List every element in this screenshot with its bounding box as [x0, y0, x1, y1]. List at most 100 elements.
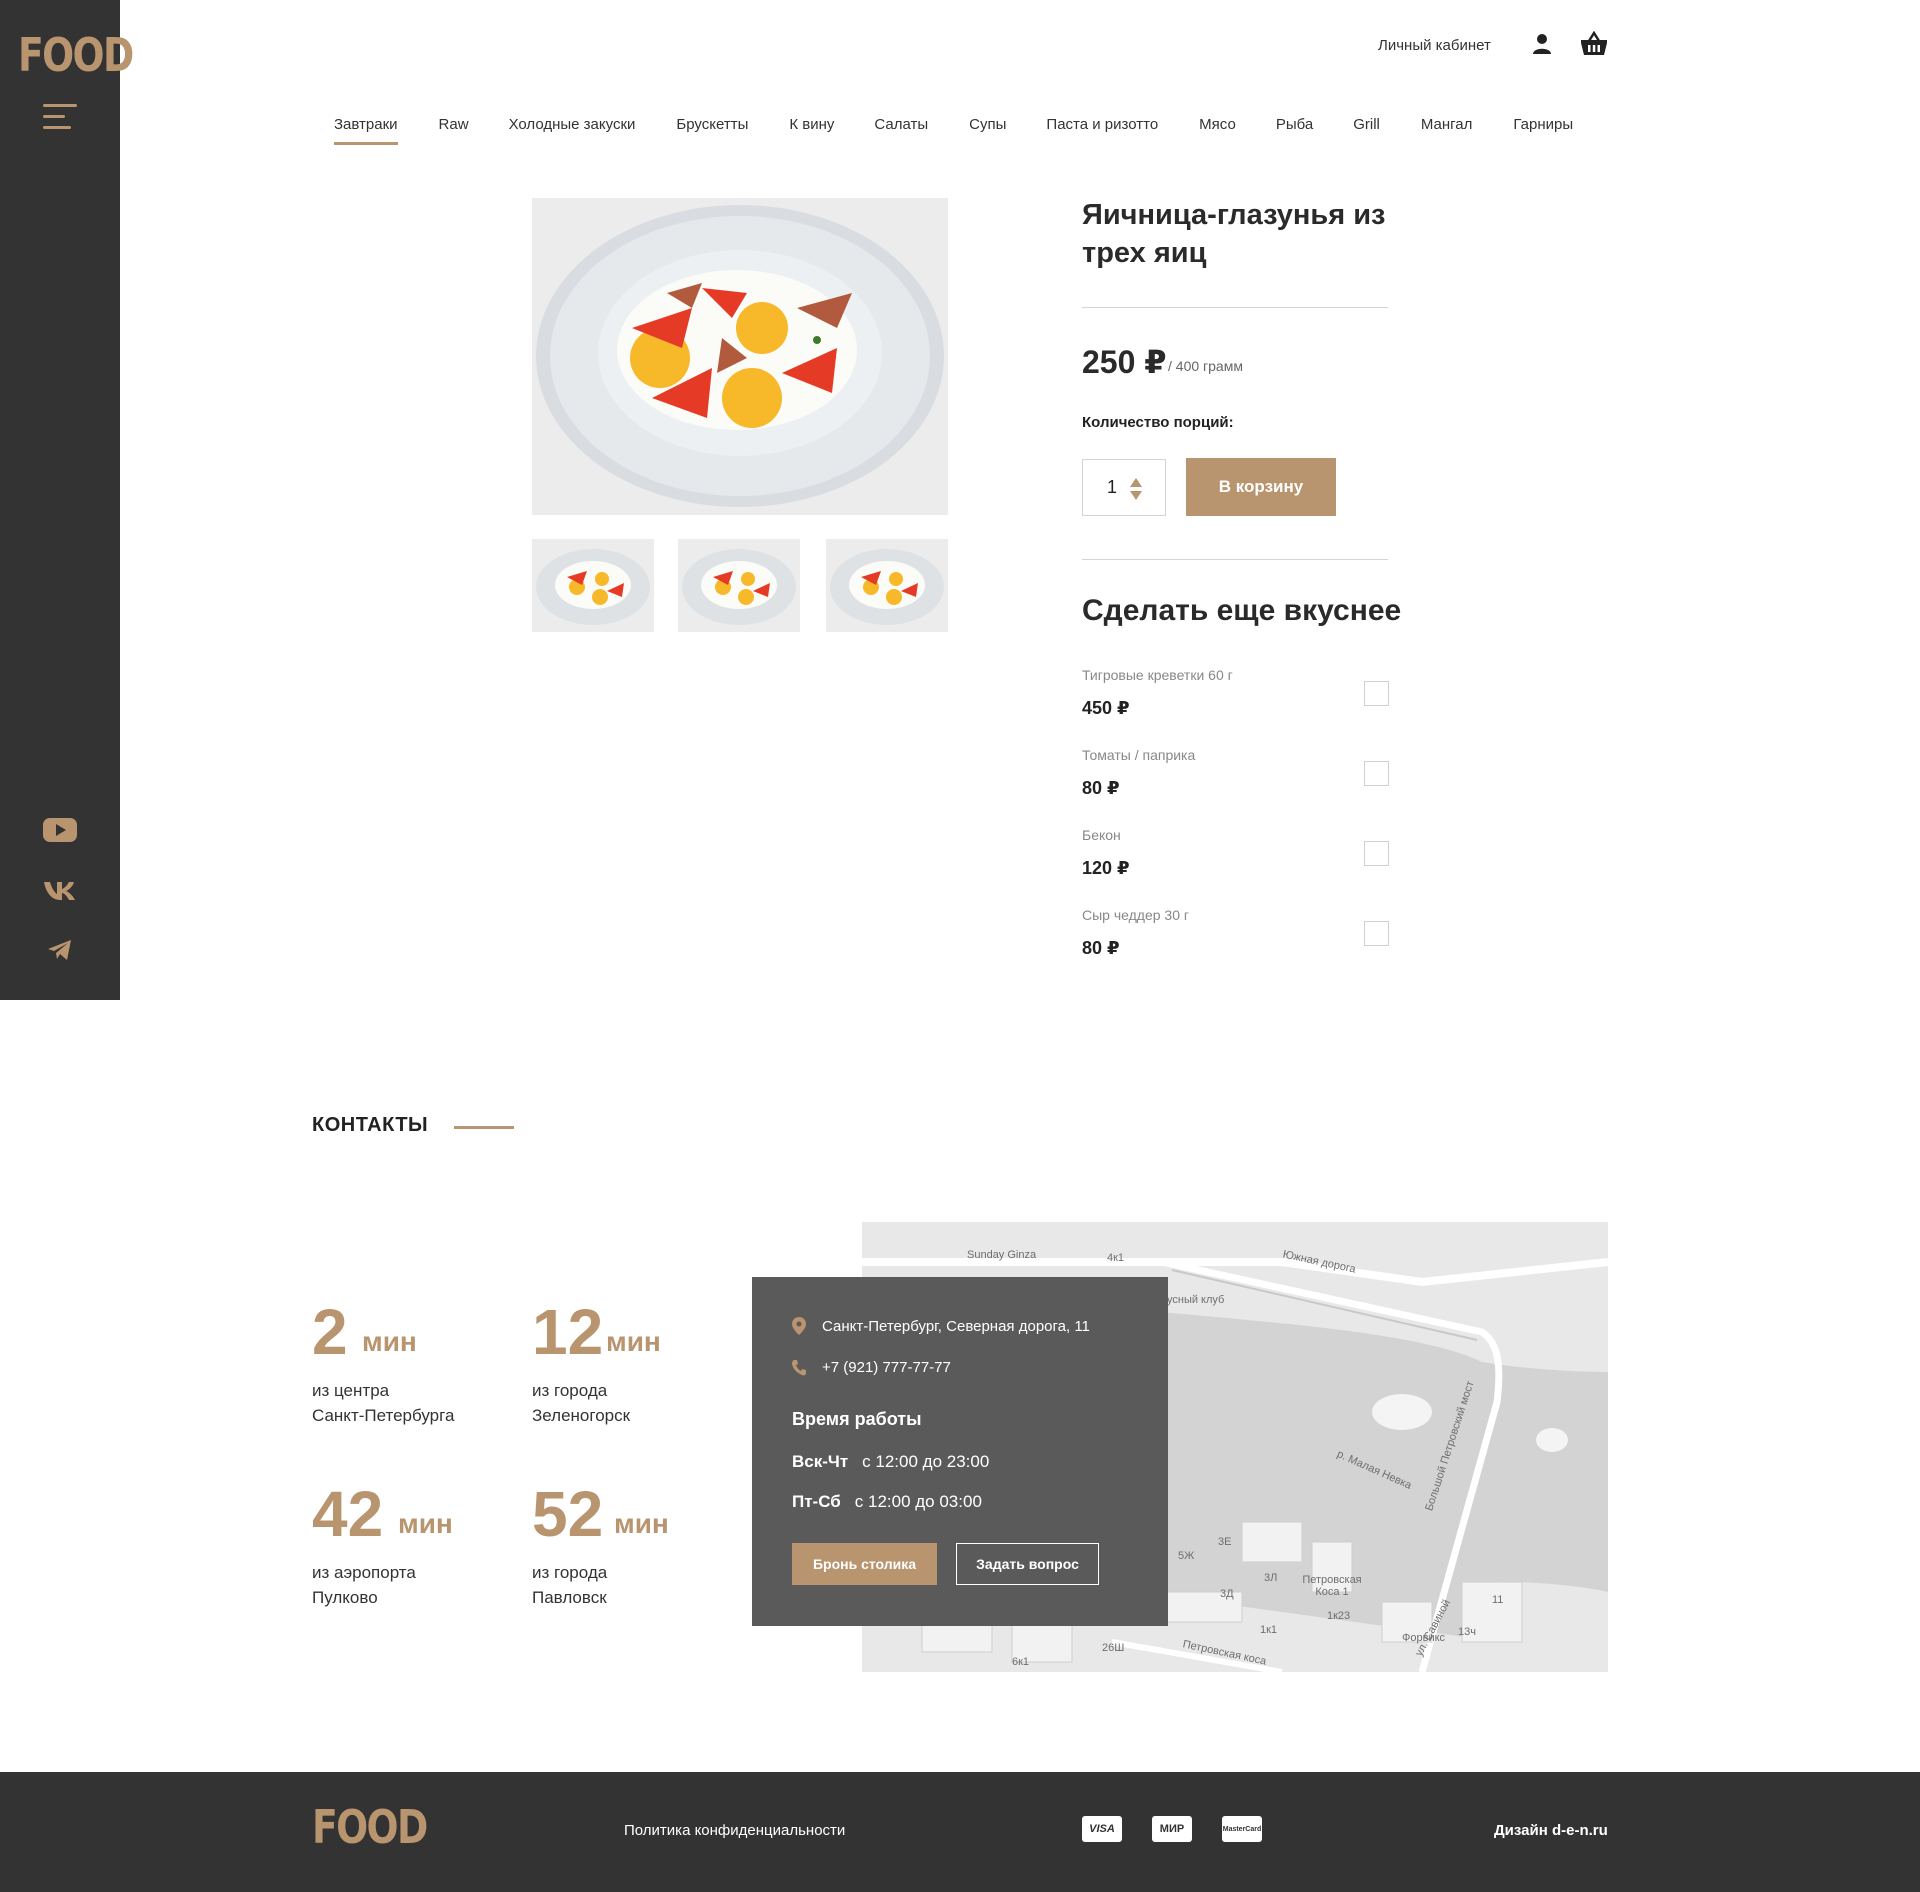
stat-line2: Санкт-Петербурга [312, 1406, 455, 1425]
title-accent-line [454, 1126, 514, 1129]
add-to-cart-button[interactable]: В корзину [1186, 458, 1336, 516]
extra-price: 450 ₽ [1082, 698, 1130, 718]
stat-line1: из города [532, 1381, 608, 1400]
extra-checkbox[interactable] [1364, 921, 1389, 946]
nav-item-soups[interactable]: Супы [969, 116, 1006, 145]
map-label: Форвикс [1402, 1632, 1446, 1644]
hours-time: с 12:00 до 23:00 [862, 1452, 990, 1471]
user-icon[interactable] [1530, 32, 1554, 56]
basket-icon[interactable] [1580, 30, 1608, 57]
extra-checkbox[interactable] [1364, 761, 1389, 786]
visa-icon: VISA [1082, 1816, 1122, 1842]
product-photo [532, 198, 948, 515]
nav-item-salads[interactable]: Салаты [874, 116, 928, 145]
book-table-button[interactable]: Бронь столика [792, 1543, 937, 1585]
ask-question-button[interactable]: Задать вопрос [956, 1543, 1099, 1585]
phone-row[interactable]: +7 (921) 777-77-77 [792, 1359, 951, 1376]
extra-price: 80 ₽ [1082, 778, 1120, 798]
map-label: 4к1 [1107, 1252, 1125, 1264]
contact-info-card: Санкт-Петербург, Северная дорога, 11 +7 … [752, 1277, 1168, 1626]
stat-unit: мин [614, 1508, 669, 1539]
hours-days: Вск-Чт [792, 1452, 849, 1471]
stat-line1: из центра [312, 1381, 390, 1400]
extra-name: Сыр чеддер 30 г [1082, 907, 1189, 923]
nav-item-meat[interactable]: Мясо [1199, 116, 1236, 145]
quantity-stepper[interactable]: 1 [1082, 459, 1166, 516]
map-label: 1к1 [1260, 1624, 1278, 1636]
category-nav: Завтраки Raw Холодные закуски Брускетты … [334, 116, 1573, 145]
extra-price: 120 ₽ [1082, 858, 1130, 878]
map-label: 1к23 [1327, 1610, 1351, 1622]
hours-time: с 12:00 до 03:00 [854, 1492, 982, 1511]
map-label: 6к1 [1012, 1656, 1030, 1668]
stat-unit: мин [362, 1326, 417, 1357]
extra-checkbox[interactable] [1364, 841, 1389, 866]
extra-name: Бекон [1082, 827, 1121, 843]
vk-icon[interactable] [40, 870, 80, 910]
extra-name: Томаты / паприка [1082, 747, 1196, 763]
stepper-arrows-icon[interactable] [1129, 476, 1143, 502]
footer-logo[interactable]: FOOD [312, 1800, 428, 1854]
contacts-title: КОНТАКТЫ [312, 1114, 429, 1136]
design-credit-link[interactable]: Дизайн d-e-n.ru [1494, 1822, 1608, 1839]
stat-line2: Павловск [532, 1588, 607, 1607]
divider [1082, 307, 1388, 308]
map-label: Sunday Ginza [967, 1249, 1037, 1261]
map-label: 11 [1492, 1594, 1504, 1606]
hours-row: Пт-Сб с 12:00 до 03:00 [792, 1492, 982, 1512]
personal-account-link[interactable]: Личный кабинет [1378, 37, 1491, 54]
stat-number: 12 [532, 1296, 604, 1368]
stat-number: 2 [312, 1296, 348, 1368]
nav-item-bruschetta[interactable]: Брускетты [676, 116, 748, 145]
sidebar: FOOD [0, 0, 134, 1000]
nav-item-to-wine[interactable]: К вину [789, 116, 834, 145]
map-label: 26Ш [1102, 1642, 1125, 1654]
thumbnail-2[interactable] [678, 539, 800, 632]
logo[interactable]: FOOD [18, 28, 134, 82]
map-label: 3Е [1218, 1536, 1232, 1548]
hours-title: Время работы [792, 1409, 922, 1429]
map-label: 5Ж [1178, 1550, 1195, 1562]
thumbnail-1[interactable] [532, 539, 654, 632]
stat-number: 42 [312, 1478, 384, 1550]
product-title: Яичница-глазунья из трех яиц [1082, 199, 1386, 269]
stat-number: 52 [532, 1478, 604, 1550]
nav-item-fish[interactable]: Рыба [1276, 116, 1313, 145]
nav-item-mangal[interactable]: Мангал [1421, 116, 1473, 145]
product-weight: / 400 грамм [1168, 358, 1243, 374]
map-label: Петровская Коса 1 [1302, 1574, 1362, 1598]
mastercard-icon: MasterCard [1222, 1816, 1262, 1842]
menu-icon[interactable] [43, 104, 77, 130]
nav-item-raw[interactable]: Raw [439, 116, 469, 145]
stat-line1: из города [532, 1563, 608, 1582]
address-text: Санкт-Петербург, Северная дорога, 11 [822, 1317, 1090, 1335]
extra-price: 80 ₽ [1082, 938, 1120, 958]
quantity-value[interactable]: 1 [1107, 477, 1117, 498]
stat-line1: из аэропорта [312, 1563, 416, 1582]
stat-unit: мин [606, 1326, 661, 1357]
privacy-policy-link[interactable]: Политика конфиденциальности [624, 1822, 845, 1839]
quantity-label: Количество порций: [1082, 414, 1234, 431]
stat-line2: Пулково [312, 1588, 378, 1607]
phone-text[interactable]: +7 (921) 777-77-77 [822, 1359, 951, 1376]
product-price: 250 ₽ [1082, 344, 1167, 380]
telegram-icon[interactable] [40, 930, 80, 970]
phone-icon [792, 1359, 806, 1375]
nav-item-breakfasts[interactable]: Завтраки [334, 116, 398, 145]
nav-item-garnish[interactable]: Гарниры [1513, 116, 1573, 145]
hours-row: Вск-Чт с 12:00 до 23:00 [792, 1452, 989, 1472]
footer: FOOD Политика конфиденциальности VISA МИ… [0, 1772, 1920, 1892]
extras-title: Сделать еще вкуснее [1082, 594, 1402, 627]
nav-item-cold-snacks[interactable]: Холодные закуски [509, 116, 636, 145]
thumbnail-3[interactable] [826, 539, 948, 632]
nav-item-grill[interactable]: Grill [1353, 116, 1380, 145]
extra-checkbox[interactable] [1364, 681, 1389, 706]
map-label: 3Д [1220, 1588, 1234, 1600]
stat-line2: Зеленогорск [532, 1406, 631, 1425]
stat-unit: мин [398, 1508, 453, 1539]
nav-item-pasta-risotto[interactable]: Паста и ризотто [1046, 116, 1158, 145]
top-bar: Личный кабинет [1378, 30, 1608, 60]
youtube-icon[interactable] [40, 810, 80, 850]
divider [1082, 559, 1388, 560]
address-row: Санкт-Петербург, Северная дорога, 11 [792, 1317, 1090, 1335]
